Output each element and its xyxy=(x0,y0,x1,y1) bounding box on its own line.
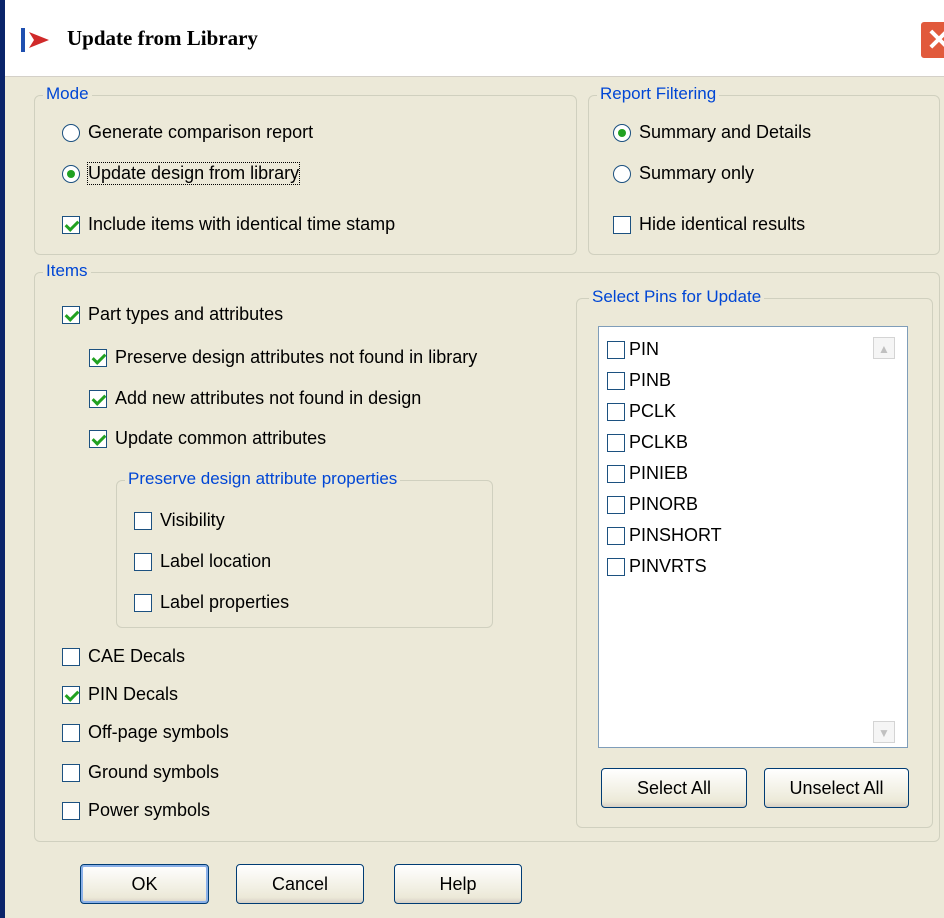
checkbox-indicator xyxy=(62,685,80,704)
include-identical-label: Include items with identical time stamp xyxy=(88,214,396,234)
checkbox-indicator xyxy=(62,305,80,324)
list-item[interactable]: PCLK xyxy=(607,401,676,422)
checkbox-indicator xyxy=(613,215,631,234)
summary-details-radio[interactable]: Summary and Details xyxy=(613,122,811,143)
checkbox-indicator xyxy=(134,552,152,571)
checkbox-indicator xyxy=(89,348,107,367)
checkbox-indicator xyxy=(89,389,107,408)
pin-decals-checkbox[interactable]: PIN Decals xyxy=(62,684,178,705)
cae-decals-checkbox[interactable]: CAE Decals xyxy=(62,646,185,667)
checkbox-indicator xyxy=(607,557,625,576)
app-arrow-icon xyxy=(21,28,49,52)
list-item[interactable]: PINIEB xyxy=(607,463,688,484)
checkbox-indicator xyxy=(607,433,625,452)
offpage-symbols-checkbox[interactable]: Off-page symbols xyxy=(62,722,229,743)
hide-identical-checkbox[interactable]: Hide identical results xyxy=(613,214,805,235)
pin-label: PINSHORT xyxy=(629,525,722,545)
cancel-button[interactable]: Cancel xyxy=(236,864,364,904)
part-types-checkbox[interactable]: Part types and attributes xyxy=(62,304,283,325)
pin-label: PINB xyxy=(629,370,672,390)
preserve-not-found-label: Preserve design attributes not found in … xyxy=(115,347,478,367)
label-location-checkbox[interactable]: Label location xyxy=(134,551,271,572)
update-design-label: Update design from library xyxy=(86,162,301,185)
checkbox-indicator xyxy=(607,495,625,514)
visibility-label: Visibility xyxy=(160,510,225,530)
label-location-label: Label location xyxy=(160,551,272,571)
checkbox-indicator xyxy=(62,723,80,742)
add-new-attributes-label: Add new attributes not found in design xyxy=(115,388,422,408)
help-button[interactable]: Help xyxy=(394,864,522,904)
pin-label: PINVRTS xyxy=(629,556,707,576)
ground-symbols-label: Ground symbols xyxy=(88,762,220,782)
window-frame-left xyxy=(0,0,5,918)
summary-only-label: Summary only xyxy=(639,163,755,183)
pin-label: PINIEB xyxy=(629,463,689,483)
scroll-down-icon[interactable]: ▼ xyxy=(873,721,895,743)
preserve-properties-legend: Preserve design attribute properties xyxy=(125,469,401,489)
close-icon: ✕ xyxy=(926,24,944,57)
checkbox-indicator xyxy=(62,801,80,820)
pin-label: PINORB xyxy=(629,494,699,514)
checkbox-indicator xyxy=(607,402,625,421)
list-item[interactable]: PCLKB xyxy=(607,432,688,453)
list-item[interactable]: PINVRTS xyxy=(607,556,707,577)
ok-button[interactable]: OK xyxy=(80,864,209,904)
generate-report-radio[interactable]: Generate comparison report xyxy=(62,122,313,143)
checkbox-indicator xyxy=(62,215,80,234)
checkbox-indicator xyxy=(607,526,625,545)
pin-label: PCLKB xyxy=(629,432,689,452)
checkbox-indicator xyxy=(89,429,107,448)
power-symbols-label: Power symbols xyxy=(88,800,211,820)
checkbox-indicator xyxy=(134,593,152,612)
update-common-label: Update common attributes xyxy=(115,428,327,448)
close-button[interactable]: ✕ xyxy=(919,20,944,60)
summary-only-radio[interactable]: Summary only xyxy=(613,163,754,184)
checkbox-indicator xyxy=(607,340,625,359)
add-new-attributes-checkbox[interactable]: Add new attributes not found in design xyxy=(89,388,421,409)
report-filtering-legend: Report Filtering xyxy=(597,84,720,104)
preserve-not-found-checkbox[interactable]: Preserve design attributes not found in … xyxy=(89,347,477,368)
list-item[interactable]: PINB xyxy=(607,370,671,391)
summary-details-label: Summary and Details xyxy=(639,122,812,142)
select-pins-legend: Select Pins for Update xyxy=(589,287,765,307)
radio-indicator xyxy=(613,123,631,142)
radio-indicator xyxy=(62,123,80,142)
pin-label: PIN xyxy=(629,339,660,359)
part-types-label: Part types and attributes xyxy=(88,304,284,324)
radio-indicator xyxy=(613,164,631,183)
window-title: Update from Library xyxy=(67,26,258,50)
list-item[interactable]: PIN xyxy=(607,339,659,360)
hide-identical-label: Hide identical results xyxy=(639,214,806,234)
items-legend: Items xyxy=(43,261,91,281)
pin-label: PCLK xyxy=(629,401,677,421)
list-item[interactable]: PINSHORT xyxy=(607,525,722,546)
mode-legend: Mode xyxy=(43,84,92,104)
include-identical-checkbox[interactable]: Include items with identical time stamp xyxy=(62,214,395,235)
checkbox-indicator xyxy=(607,371,625,390)
title-bar[interactable]: Update from Library ✕ xyxy=(5,0,944,77)
select-all-button[interactable]: Select All xyxy=(601,768,747,808)
list-item[interactable]: PINORB xyxy=(607,494,698,515)
generate-report-label: Generate comparison report xyxy=(88,122,314,142)
power-symbols-checkbox[interactable]: Power symbols xyxy=(62,800,210,821)
checkbox-indicator xyxy=(134,511,152,530)
cae-decals-label: CAE Decals xyxy=(88,646,186,666)
label-properties-checkbox[interactable]: Label properties xyxy=(134,592,289,613)
checkbox-indicator xyxy=(607,464,625,483)
update-common-checkbox[interactable]: Update common attributes xyxy=(89,428,326,449)
label-properties-label: Label properties xyxy=(160,592,290,612)
update-design-radio[interactable]: Update design from library xyxy=(62,162,301,185)
offpage-symbols-label: Off-page symbols xyxy=(88,722,229,742)
checkbox-indicator xyxy=(62,763,80,782)
scroll-up-icon[interactable]: ▲ xyxy=(873,337,895,359)
pins-listbox[interactable]: PIN PINB PCLK PCLKB PINIEB PINORB PINSHO… xyxy=(598,326,908,748)
visibility-checkbox[interactable]: Visibility xyxy=(134,510,225,531)
unselect-all-button[interactable]: Unselect All xyxy=(764,768,909,808)
pin-decals-label: PIN Decals xyxy=(88,684,179,704)
checkbox-indicator xyxy=(62,647,80,666)
ground-symbols-checkbox[interactable]: Ground symbols xyxy=(62,762,219,783)
radio-indicator xyxy=(62,164,80,183)
